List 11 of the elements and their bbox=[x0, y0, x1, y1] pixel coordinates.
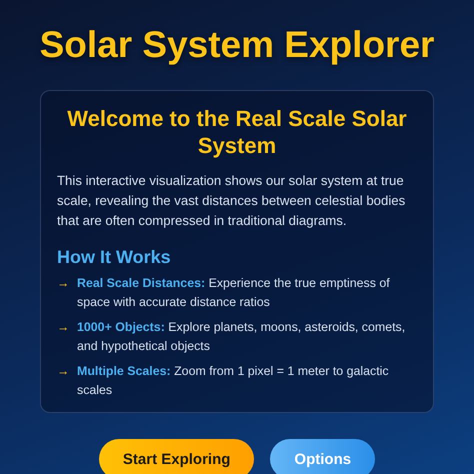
arrow-bullet: → bbox=[57, 363, 70, 380]
arrow-bullet: → bbox=[57, 275, 70, 292]
app-title: Solar System Explorer bbox=[40, 24, 434, 66]
feature-text: Real Scale Distances: Experience the true emptiness of space with accurate distance ratios bbox=[77, 275, 391, 311]
start-button[interactable]: Start Exploring bbox=[98, 439, 254, 474]
arrow-bullet: → bbox=[57, 319, 70, 336]
feature-text: Multiple Scales: Zoom from 1 pixel = 1 meter to galactic scales bbox=[77, 363, 390, 399]
feature-text: 1000+ Objects: Explore planets, moons, asteroids, comets, and hypothetical objects bbox=[77, 319, 406, 355]
card-heading: Welcome to the Real Scale Solar System bbox=[66, 105, 408, 159]
section-heading: How It Works bbox=[57, 247, 172, 268]
intro-paragraph: This interactive visualization shows our solar system at true scale, revealing the vast distances between celestial bodies that are often compressed in traditional diagrams. bbox=[57, 172, 406, 230]
